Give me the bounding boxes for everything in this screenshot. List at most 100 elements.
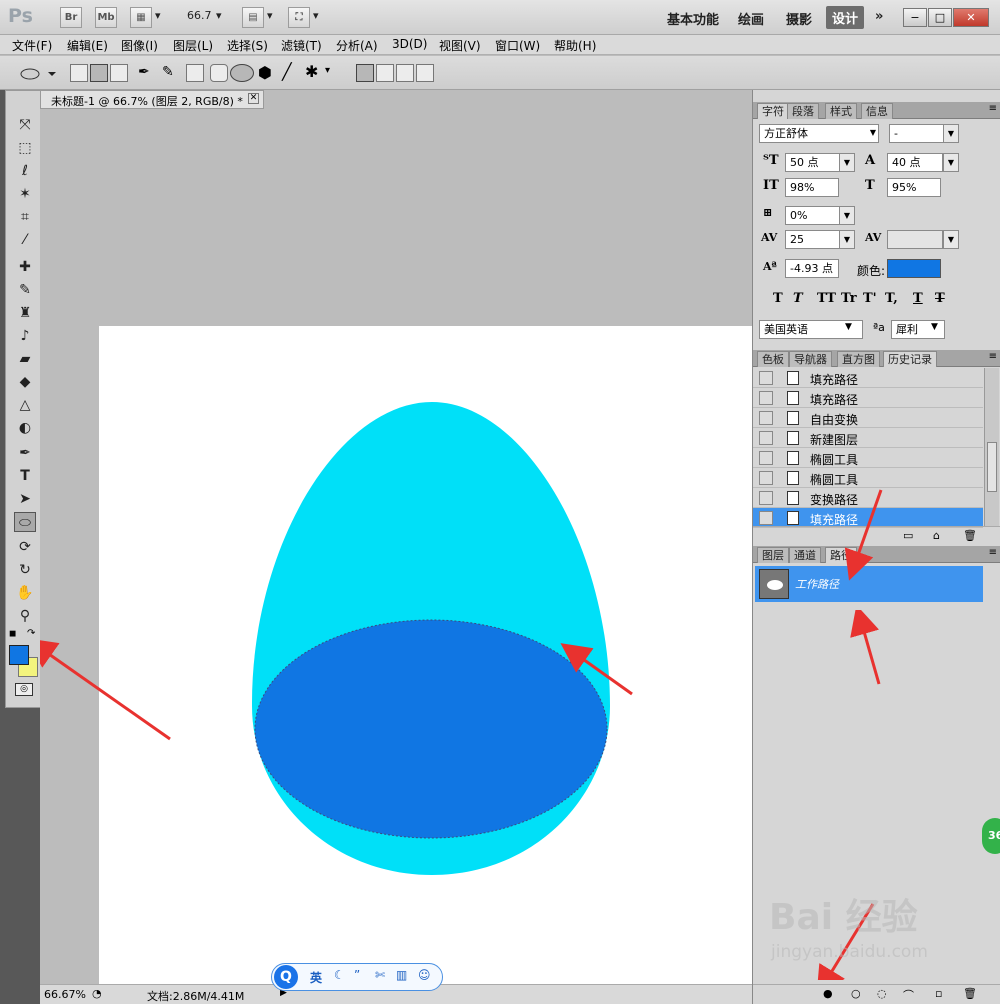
workspace-painting[interactable]: 绘画 xyxy=(738,9,764,28)
path-intersect-icon[interactable] xyxy=(396,64,414,82)
all-caps-button[interactable]: TT xyxy=(817,291,836,306)
menu-view[interactable]: 视图(V) xyxy=(439,37,481,54)
paths-mode-icon[interactable] xyxy=(90,64,108,82)
menu-filter[interactable]: 滤镜(T) xyxy=(281,37,322,54)
rounded-rect-icon[interactable] xyxy=(210,64,228,82)
superscript-button[interactable]: T' xyxy=(863,291,877,306)
screen-mode-arrow[interactable]: ▾ xyxy=(313,9,319,22)
history-snapshot-checkbox[interactable] xyxy=(759,431,773,445)
magic-wand-tool-icon[interactable]: ✶ xyxy=(14,184,36,204)
tracking-field[interactable]: 25 xyxy=(785,230,841,249)
history-snapshot-checkbox[interactable] xyxy=(759,371,773,385)
screen-mode-button[interactable]: ⛶ xyxy=(288,7,310,28)
ime-language[interactable]: 英 xyxy=(310,969,322,986)
3d-orbit-tool-icon[interactable]: ↻ xyxy=(14,560,36,580)
menu-file[interactable]: 文件(F) xyxy=(12,37,52,54)
tracking-arrow[interactable]: ▼ xyxy=(839,230,855,249)
ellipse-icon[interactable] xyxy=(230,64,254,82)
strikethrough-button[interactable]: T xyxy=(935,291,945,306)
tracking-percent-arrow[interactable]: ▼ xyxy=(839,206,855,225)
line-icon[interactable]: ╱ xyxy=(282,62,292,81)
small-caps-button[interactable]: Tr xyxy=(841,291,857,306)
more-workspaces-button[interactable]: » xyxy=(875,9,883,24)
delete-path-icon[interactable]: 🗑 xyxy=(963,987,977,1000)
menu-select[interactable]: 选择(S) xyxy=(227,37,268,54)
new-path-icon[interactable]: ▫ xyxy=(935,987,942,1000)
history-item[interactable]: 填充路径 xyxy=(753,368,983,388)
path-subtract-icon[interactable] xyxy=(376,64,394,82)
zoom-status[interactable]: 66.67% xyxy=(44,988,86,1001)
custom-shape-icon[interactable]: ✱ xyxy=(305,62,318,81)
panel-menu-icon[interactable]: ≡ xyxy=(989,103,997,114)
maximize-icon[interactable]: □ xyxy=(928,8,952,27)
menu-window[interactable]: 窗口(W) xyxy=(495,37,540,54)
workspace-design[interactable]: 设计 xyxy=(826,6,865,29)
history-snapshot-checkbox[interactable] xyxy=(759,391,773,405)
tracking-percent-field[interactable]: 0% xyxy=(785,206,841,225)
ime-tools-icon[interactable]: ✄ xyxy=(375,968,385,982)
baseline-shift-field[interactable]: -4.93 点 xyxy=(785,259,839,278)
tab-info[interactable]: 信息 xyxy=(861,103,893,119)
fill-pixels-icon[interactable] xyxy=(110,64,128,82)
ellipse-preset-icon[interactable] xyxy=(18,66,58,82)
faux-bold-button[interactable]: T xyxy=(773,291,783,306)
status-info-icon[interactable]: ◔ xyxy=(92,987,102,1000)
arrange-documents-button[interactable]: ▤ xyxy=(242,7,264,28)
zoom-tool-icon[interactable]: ⚲ xyxy=(14,606,36,626)
healing-brush-tool-icon[interactable]: ✚ xyxy=(14,257,36,277)
kerning-arrow[interactable]: ▼ xyxy=(943,230,959,249)
ime-clipboard-icon[interactable]: ▥ xyxy=(396,968,407,982)
polygon-icon[interactable]: ⬢ xyxy=(258,63,272,82)
load-as-selection-icon[interactable]: ◌ xyxy=(877,987,887,1000)
underline-button[interactable]: T xyxy=(913,291,923,306)
menu-layer[interactable]: 图层(L) xyxy=(173,37,213,54)
workspace-photography[interactable]: 摄影 xyxy=(786,9,812,28)
floating-badge[interactable]: 36 xyxy=(982,818,1000,854)
menu-analysis[interactable]: 分析(A) xyxy=(336,37,378,54)
tab-histogram[interactable]: 直方图 xyxy=(837,351,880,367)
foreground-color-swatch[interactable] xyxy=(9,645,29,665)
ime-moon-icon[interactable]: ☾ xyxy=(334,968,345,982)
dodge-tool-icon[interactable]: ◐ xyxy=(14,418,36,438)
history-menu-icon[interactable]: ≡ xyxy=(989,351,997,362)
tab-paragraph[interactable]: 段落 xyxy=(787,103,819,119)
ime-emoji-icon[interactable]: ☺ xyxy=(418,968,431,982)
history-item[interactable]: 椭圆工具 xyxy=(753,448,983,468)
close-document-icon[interactable]: ✕ xyxy=(248,93,259,104)
hand-tool-icon[interactable]: ✋ xyxy=(14,583,36,603)
mini-bridge-button[interactable]: Mb xyxy=(95,7,117,28)
leading-arrow[interactable]: ▼ xyxy=(943,153,959,172)
tab-navigator[interactable]: 导航器 xyxy=(789,351,832,367)
make-work-path-icon[interactable]: ⌒ xyxy=(903,987,914,1003)
blur-tool-icon[interactable]: △ xyxy=(14,395,36,415)
swap-colors-icon[interactable]: ↷ xyxy=(27,628,35,639)
font-family-field[interactable]: 方正舒体 xyxy=(759,124,879,143)
marquee-tool-icon[interactable]: ⬚ xyxy=(14,138,36,158)
history-item[interactable]: 新建图层 xyxy=(753,428,983,448)
history-brush-tool-icon[interactable]: ♪ xyxy=(14,326,36,346)
ime-logo[interactable]: Q xyxy=(274,965,298,989)
brush-tool-icon[interactable]: ✎ xyxy=(14,280,36,300)
path-exclude-icon[interactable] xyxy=(416,64,434,82)
ime-punct-icon[interactable]: ” xyxy=(354,968,360,982)
custom-shape-arrow[interactable]: ▾ xyxy=(325,65,330,76)
eraser-tool-icon[interactable]: ▰ xyxy=(14,349,36,369)
font-family-arrow[interactable]: ▼ xyxy=(865,124,881,143)
rectangle-icon[interactable] xyxy=(186,64,204,82)
crop-tool-icon[interactable]: ⌗ xyxy=(14,207,36,227)
freeform-pen-icon[interactable]: ✎ xyxy=(162,64,174,80)
close-icon[interactable]: ✕ xyxy=(953,8,989,27)
language-arrow[interactable]: ▼ xyxy=(845,322,852,332)
3d-rotate-tool-icon[interactable]: ⟳ xyxy=(14,537,36,557)
pen-icon[interactable]: ✒ xyxy=(138,64,150,80)
menu-help[interactable]: 帮助(H) xyxy=(554,37,596,54)
extras-view-button[interactable]: ▦ xyxy=(130,7,152,28)
zoom-dropdown-arrow[interactable]: ▾ xyxy=(216,9,222,22)
extras-dropdown-arrow[interactable]: ▾ xyxy=(155,9,161,22)
font-size-arrow[interactable]: ▼ xyxy=(839,153,855,172)
history-snapshot-checkbox[interactable] xyxy=(759,451,773,465)
kerning-field[interactable] xyxy=(887,230,943,249)
horizontal-scale-field[interactable]: 95% xyxy=(887,178,941,197)
path-selection-tool-icon[interactable]: ➤ xyxy=(14,489,36,509)
ellipse-tool-icon[interactable]: ⬭ xyxy=(14,512,36,532)
